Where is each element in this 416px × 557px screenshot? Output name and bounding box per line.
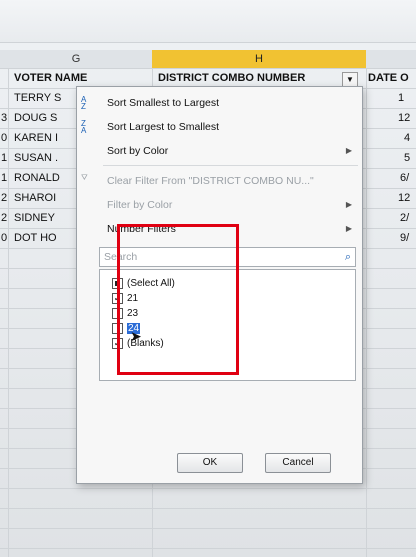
- voter-name-cell[interactable]: SIDNEY: [14, 212, 74, 224]
- submenu-arrow-icon: ▶: [345, 200, 352, 209]
- mouse-cursor-icon: ➤: [130, 328, 142, 344]
- excel-window: G H VOTER NAME DISTRICT COMBO NUMBER ▼ D…: [0, 0, 416, 557]
- ok-button[interactable]: OK: [177, 453, 243, 473]
- cancel-button[interactable]: Cancel: [265, 453, 331, 473]
- sort-ascending-item[interactable]: AZ Sort Smallest to Largest: [77, 91, 362, 115]
- clear-filter-icon: ⛛: [81, 173, 88, 182]
- header-district-combo[interactable]: DISTRICT COMBO NUMBER: [158, 72, 338, 84]
- clear-filter-item[interactable]: ⛛ Clear Filter From "DISTRICT COMBO NU..…: [77, 169, 362, 193]
- row-prefix: 2: [1, 212, 8, 224]
- column-header-i[interactable]: [366, 50, 416, 68]
- ribbon-area: [0, 0, 416, 43]
- sort-za-icon: ZA: [81, 119, 87, 135]
- submenu-arrow-icon: ▶: [345, 224, 352, 233]
- filter-by-color-item[interactable]: Filter by Color ▶: [77, 193, 362, 217]
- voter-name-cell[interactable]: SUSAN .: [14, 152, 74, 164]
- date-cell[interactable]: 4: [404, 132, 416, 144]
- row-prefix: 3: [1, 112, 8, 124]
- row-prefix: 2: [1, 192, 8, 204]
- column-header-g[interactable]: G: [0, 50, 153, 68]
- sort-descending-item[interactable]: ZA Sort Largest to Smallest: [77, 115, 362, 139]
- voter-name-cell[interactable]: TERRY S: [14, 92, 74, 104]
- voter-name-cell[interactable]: RONALD: [14, 172, 74, 184]
- row-prefix: 0: [1, 132, 8, 144]
- date-cell[interactable]: 5: [404, 152, 416, 164]
- voter-name-cell[interactable]: SHAROI: [14, 192, 74, 204]
- voter-name-cell[interactable]: DOUG S: [14, 112, 74, 124]
- header-date[interactable]: DATE O: [368, 72, 414, 84]
- header-voter-name[interactable]: VOTER NAME: [14, 72, 150, 84]
- date-cell[interactable]: 1: [398, 92, 416, 104]
- date-cell[interactable]: 2/: [400, 212, 416, 224]
- row-prefix: 1: [1, 152, 8, 164]
- row-prefix: 1: [1, 172, 8, 184]
- highlight-annotation: [117, 224, 239, 375]
- column-header-h[interactable]: H: [152, 50, 367, 68]
- row-prefix: 0: [1, 232, 8, 244]
- voter-name-cell[interactable]: DOT HO: [14, 232, 74, 244]
- sort-by-color-item[interactable]: Sort by Color ▶: [77, 139, 362, 163]
- voter-name-cell[interactable]: KAREN I: [14, 132, 74, 144]
- date-cell[interactable]: 6/: [400, 172, 416, 184]
- date-cell[interactable]: 12: [398, 112, 416, 124]
- submenu-arrow-icon: ▶: [345, 146, 352, 155]
- sort-az-icon: AZ: [81, 95, 87, 111]
- date-cell[interactable]: 9/: [400, 232, 416, 244]
- date-cell[interactable]: 12: [398, 192, 416, 204]
- search-icon: ⌕: [344, 251, 351, 263]
